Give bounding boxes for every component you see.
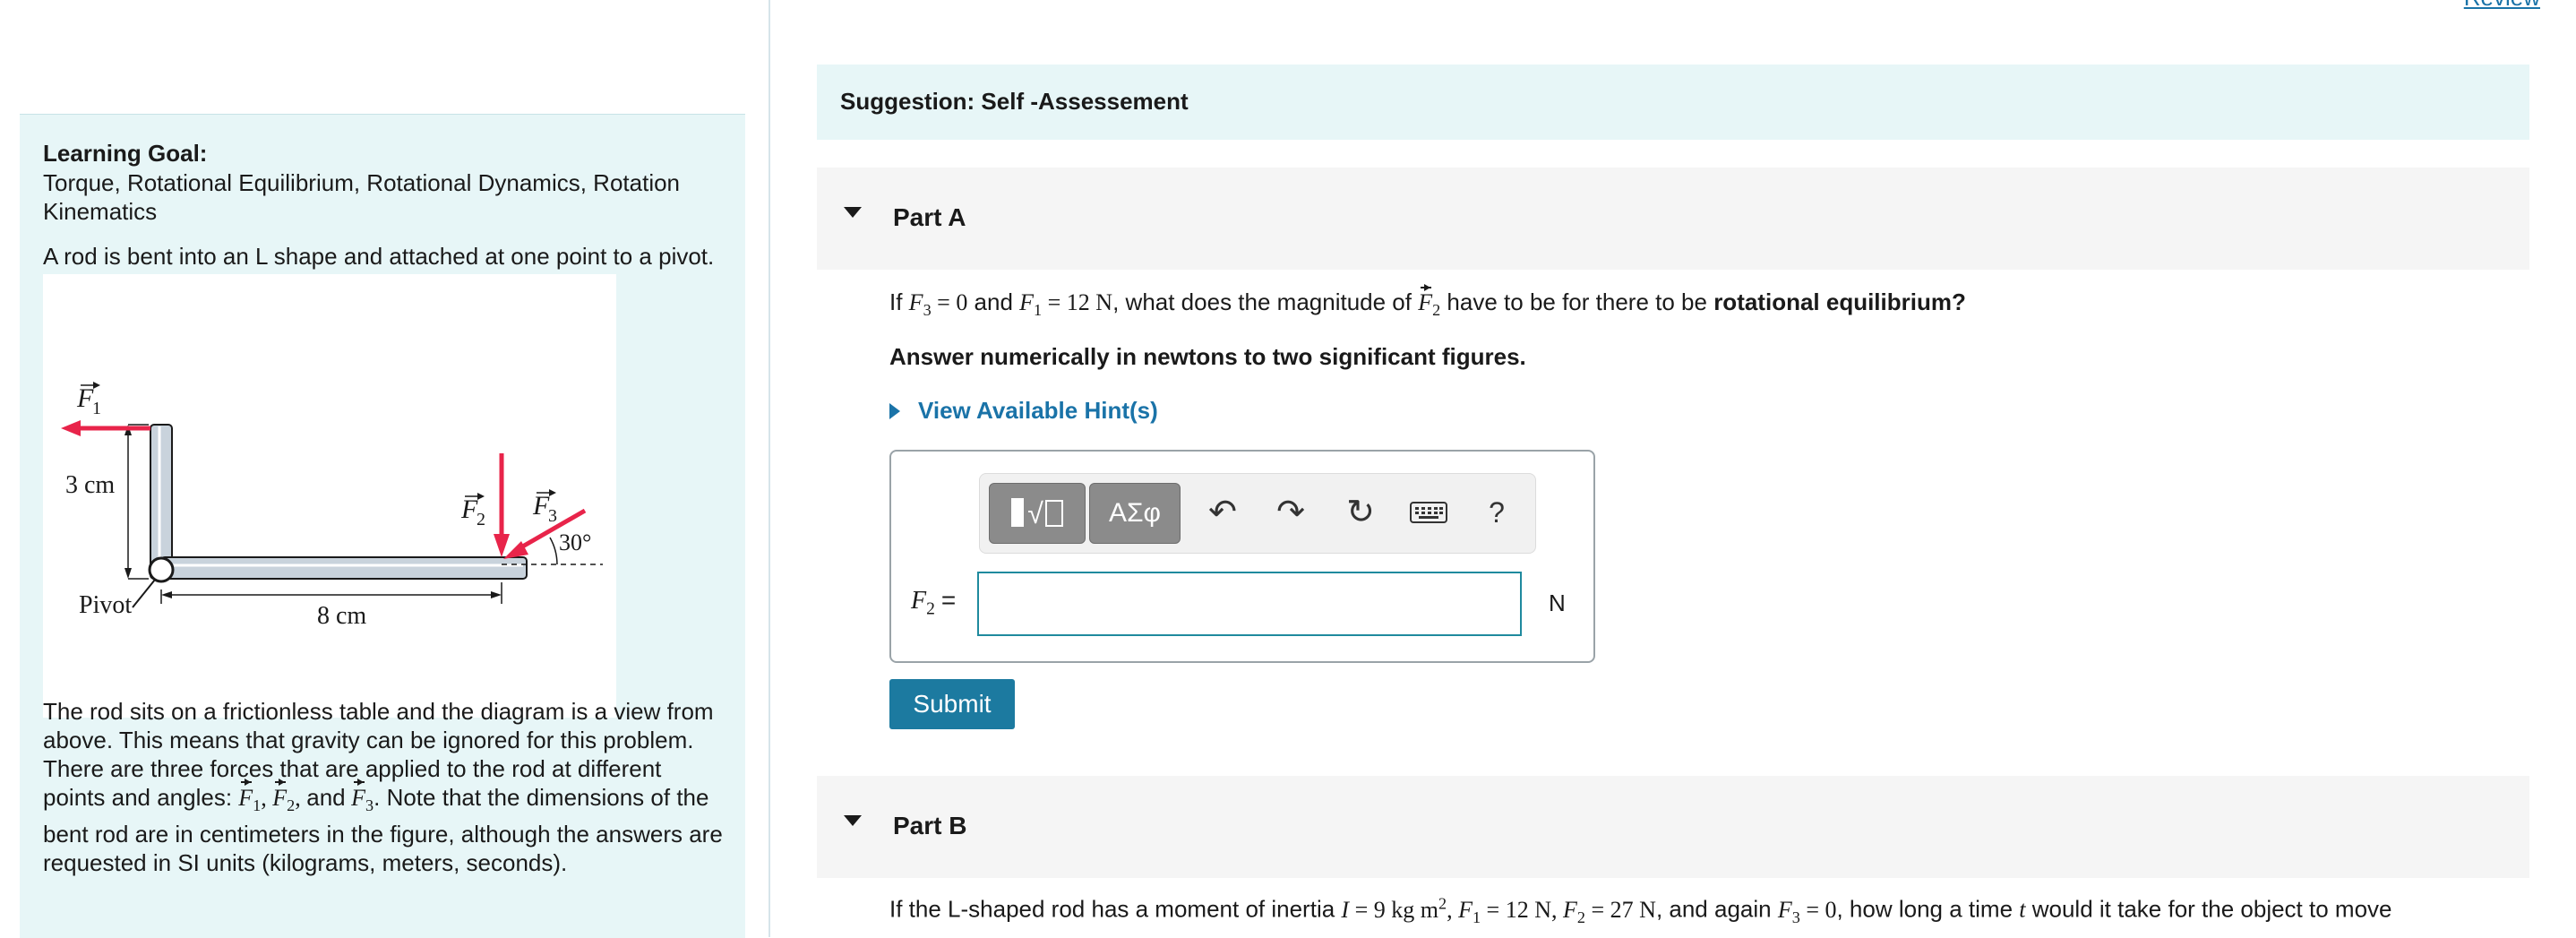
l-rod-figure: Pivot 3 cm 8 cm 30° F 1 F 2 F 3 — [43, 274, 616, 718]
collapse-triangle-icon[interactable] — [844, 815, 862, 826]
svg-text:1: 1 — [92, 399, 101, 418]
answer-box: √ ΑΣφ ↶ ↷ ↻ ? F2 = N — [889, 450, 1595, 663]
svg-text:2: 2 — [477, 510, 485, 529]
submit-button[interactable]: Submit — [889, 679, 1015, 729]
length-label: 8 cm — [317, 602, 366, 630]
unit-label: N — [1549, 589, 1566, 616]
f3-label: F 3 — [532, 489, 557, 526]
collapse-triangle-icon[interactable] — [844, 207, 862, 218]
height-label: 3 cm — [65, 471, 115, 499]
part-b-header[interactable]: Part B — [817, 776, 2529, 878]
part-a-label: Part A — [893, 203, 966, 231]
undo-icon[interactable]: ↶ — [1202, 492, 1243, 533]
learning-goal-panel: Learning Goal: Torque, Rotational Equili… — [20, 114, 745, 938]
learning-goal-intro: A rod is bent into an L shape and attach… — [43, 243, 715, 270]
f1-arrowhead — [61, 420, 81, 436]
svg-text:F: F — [460, 495, 478, 524]
angle-label: 30° — [559, 529, 591, 555]
part-a-instruction: Answer numerically in newtons to two sig… — [889, 343, 1526, 370]
f2-answer-input[interactable] — [977, 572, 1522, 636]
suggestion-text: Suggestion: Self -Assessement — [840, 88, 1189, 115]
svg-text:3: 3 — [548, 506, 557, 526]
panel-divider — [769, 0, 770, 937]
part-b-question: If the L-shaped rod has a moment of iner… — [889, 894, 2392, 926]
f2-label: F 2 — [460, 493, 485, 529]
help-icon[interactable]: ? — [1476, 492, 1517, 533]
learning-goal-description: The rod sits on a frictionless table and… — [43, 697, 724, 877]
part-a-header[interactable]: Part A — [817, 168, 2529, 270]
pivot-pointer — [132, 579, 156, 608]
redo-icon[interactable]: ↷ — [1270, 492, 1311, 533]
angle-arc — [549, 537, 558, 565]
reset-icon[interactable]: ↻ — [1340, 492, 1381, 533]
pivot-label: Pivot — [79, 591, 132, 619]
keyboard-icon[interactable] — [1408, 492, 1449, 533]
answer-label: F2 = — [911, 586, 957, 619]
learning-goal-heading: Learning Goal: — [43, 140, 208, 167]
force-list: F1, F2, and F3 — [238, 779, 374, 815]
rod-vertical — [150, 424, 173, 580]
suggestion-banner: Suggestion: Self -Assessement — [817, 65, 2529, 140]
view-hints-link[interactable]: View Available Hint(s) — [889, 397, 1158, 425]
svg-text:F: F — [76, 383, 94, 413]
part-b-label: Part B — [893, 812, 967, 839]
templates-button[interactable]: √ — [989, 483, 1086, 544]
symbols-button[interactable]: ΑΣφ — [1089, 483, 1181, 544]
expand-triangle-icon — [889, 403, 900, 419]
svg-text:F: F — [532, 491, 550, 521]
part-a-question: If F3 = 0 and F1 = 12 N, what does the m… — [889, 284, 1966, 320]
math-toolbar: √ ΑΣφ ↶ ↷ ↻ ? — [979, 473, 1536, 554]
hint-label: View Available Hint(s) — [918, 397, 1158, 424]
l-rod-diagram: Pivot 3 cm 8 cm 30° F 1 F 2 F 3 — [61, 382, 603, 630]
f2-arrowhead — [494, 534, 510, 557]
rod-horizontal — [160, 556, 528, 580]
review-link[interactable]: Review — [2464, 0, 2540, 12]
learning-goal-topics: Torque, Rotational Equilibrium, Rotation… — [43, 169, 681, 225]
f1-label: F 1 — [76, 382, 101, 418]
pivot-circle — [148, 556, 175, 583]
